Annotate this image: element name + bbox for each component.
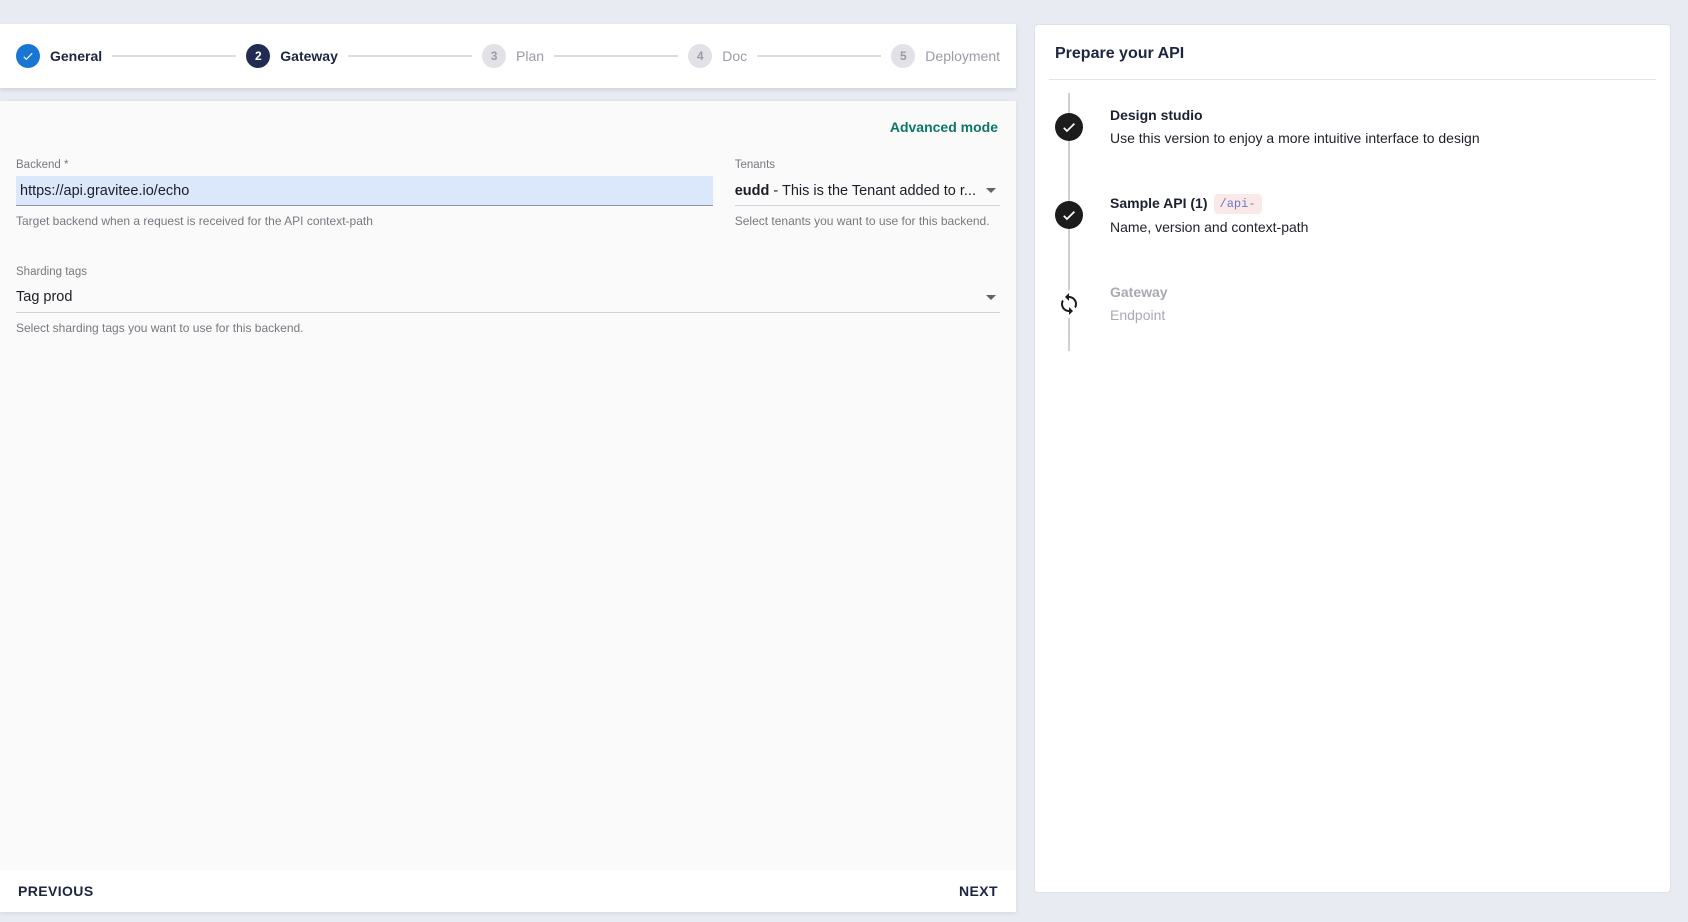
sharding-tags-value: Tag prod [16, 289, 976, 305]
backend-input[interactable] [16, 176, 713, 206]
step-general[interactable]: General [16, 44, 102, 68]
step-label: Plan [516, 48, 544, 64]
backend-field: Backend * Target backend when a request … [16, 159, 713, 230]
step-label: Deployment [925, 48, 1000, 64]
chevron-down-icon [986, 295, 996, 300]
tenants-select[interactable]: eudd - This is the Tenant added to r... [735, 176, 1000, 206]
sharding-tags-helper: Select sharding tags you want to use for… [16, 320, 1000, 337]
step-plan[interactable]: 3 Plan [482, 44, 544, 68]
timeline-item-description: Endpoint [1110, 306, 1650, 325]
wizard-footer: PREVIOUS NEXT [0, 870, 1016, 912]
sharding-tags-select[interactable]: Tag prod [16, 283, 1000, 313]
api-creation-wizard: General 2 Gateway 3 Plan 4 Doc 5 Deploym… [0, 0, 1688, 922]
sharding-tags-label: Sharding tags [16, 266, 1000, 278]
panel-title: Prepare your API [1055, 45, 1656, 63]
gateway-step-card: Advanced mode Backend * Target backend w… [0, 101, 1016, 912]
stepper: General 2 Gateway 3 Plan 4 Doc 5 Deploym… [0, 24, 1016, 88]
timeline-item-description: Use this version to enjoy a more intuiti… [1110, 129, 1650, 148]
sharding-tags-field: Sharding tags Tag prod Select sharding t… [16, 266, 1000, 337]
wizard-main: General 2 Gateway 3 Plan 4 Doc 5 Deploym… [0, 24, 1016, 912]
timeline-item-design-studio: Design studio Use this version to enjoy … [1055, 106, 1650, 148]
step-number: 4 [688, 44, 712, 68]
step-number: 5 [891, 44, 915, 68]
check-icon [16, 44, 40, 68]
step-connector [348, 55, 472, 57]
step-connector [112, 55, 236, 57]
progress-timeline: Design studio Use this version to enjoy … [1055, 106, 1650, 325]
backend-label: Backend * [16, 159, 713, 171]
step-connector [757, 55, 881, 57]
context-path-chip: /api- [1214, 194, 1262, 214]
tenants-helper: Select tenants you want to use for this … [735, 213, 1000, 230]
timeline-item-title: Gateway [1110, 283, 1650, 302]
timeline-item-sample-api: Sample API (1)/api- Name, version and co… [1055, 194, 1650, 237]
prepare-api-panel: Prepare your API Design studio Use this … [1034, 24, 1671, 893]
check-circle-icon [1055, 113, 1083, 141]
check-circle-icon [1055, 201, 1083, 229]
panel-divider [1049, 79, 1656, 80]
timeline-item-gateway: Gateway Endpoint [1055, 283, 1650, 325]
tenants-label: Tenants [735, 159, 1000, 171]
gateway-form: Advanced mode Backend * Target backend w… [0, 101, 1016, 870]
step-doc[interactable]: 4 Doc [688, 44, 747, 68]
step-connector [554, 55, 678, 57]
step-label: Doc [722, 48, 747, 64]
next-button[interactable]: NEXT [951, 875, 1006, 907]
previous-button[interactable]: PREVIOUS [10, 875, 102, 907]
advanced-mode-link[interactable]: Advanced mode [890, 119, 998, 135]
tenants-field: Tenants eudd - This is the Tenant added … [735, 159, 1000, 230]
sync-icon [1055, 290, 1083, 318]
step-deployment[interactable]: 5 Deployment [891, 44, 1000, 68]
timeline-item-title: Sample API (1)/api- [1110, 194, 1650, 214]
tenants-value: eudd - This is the Tenant added to r... [735, 183, 976, 199]
chevron-down-icon [986, 188, 996, 193]
step-gateway[interactable]: 2 Gateway [246, 44, 338, 68]
timeline-item-title: Design studio [1110, 106, 1650, 125]
backend-helper: Target backend when a request is receive… [16, 213, 713, 230]
step-label: Gateway [280, 48, 338, 64]
step-label: General [50, 48, 102, 64]
timeline-item-description: Name, version and context-path [1110, 218, 1650, 237]
step-number: 3 [482, 44, 506, 68]
step-number: 2 [246, 44, 270, 68]
